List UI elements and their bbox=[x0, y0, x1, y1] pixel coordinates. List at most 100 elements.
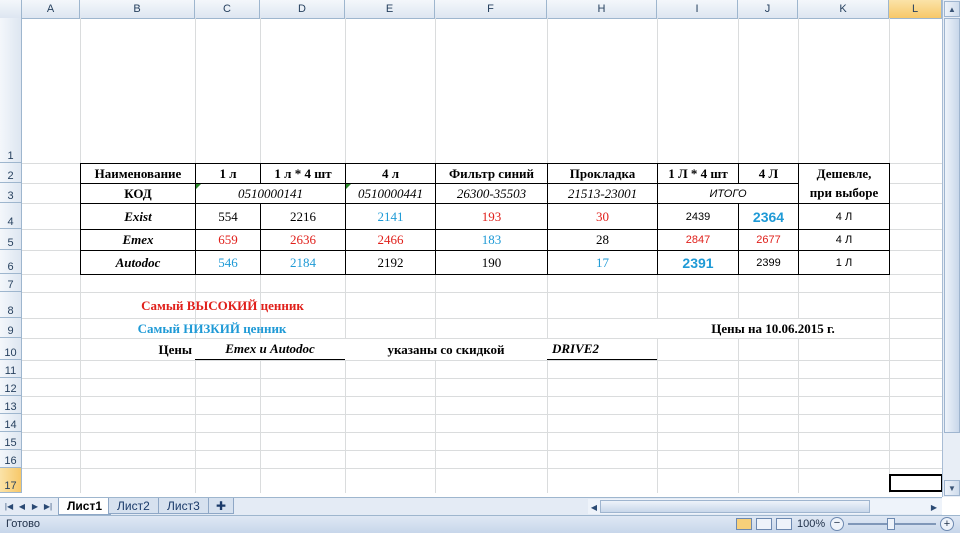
price-cell[interactable]: 546 bbox=[195, 250, 261, 275]
price-cell[interactable]: 2636 bbox=[260, 229, 346, 251]
column-header-d[interactable]: D bbox=[260, 0, 345, 18]
column-header-l[interactable]: L bbox=[889, 0, 942, 18]
row-header-15[interactable]: 15 bbox=[0, 432, 22, 450]
column-header-a[interactable]: A bbox=[22, 0, 80, 18]
legend-lowest-price[interactable]: Самый НИЗКИЙ ценник bbox=[112, 319, 312, 338]
shop-cell-emex[interactable]: Emex bbox=[80, 229, 196, 251]
header-cell-4l[interactable]: 4 л bbox=[345, 163, 436, 184]
column-header-e[interactable]: E bbox=[345, 0, 435, 18]
row-header-1[interactable]: 1 bbox=[0, 18, 22, 163]
discount-code-cell[interactable]: DRIVE2 bbox=[547, 339, 657, 360]
sheet-tab-3[interactable]: Лист3 bbox=[158, 498, 209, 514]
row-header-12[interactable]: 12 bbox=[0, 378, 22, 396]
header-cell-gasket[interactable]: Прокладка bbox=[547, 163, 658, 184]
header-cell-total-1l-x4[interactable]: 1 Л * 4 шт bbox=[657, 163, 739, 184]
price-cell[interactable]: 28 bbox=[547, 229, 658, 251]
price-cell[interactable]: 659 bbox=[195, 229, 261, 251]
normal-view-icon[interactable] bbox=[736, 518, 752, 530]
row-header-16[interactable]: 16 bbox=[0, 450, 22, 468]
prices-label-cell[interactable]: Цены bbox=[80, 339, 195, 360]
row-header-14[interactable]: 14 bbox=[0, 414, 22, 432]
column-header-c[interactable]: C bbox=[195, 0, 260, 18]
column-header-k[interactable]: K bbox=[798, 0, 889, 18]
prices-date-cell[interactable]: Цены на 10.06.2015 г. bbox=[657, 319, 889, 338]
row-header-17[interactable]: 17 bbox=[0, 468, 22, 493]
header-cell-total-4l[interactable]: 4 Л bbox=[738, 163, 799, 184]
scroll-up-icon[interactable]: ▲ bbox=[944, 1, 960, 17]
column-header-i[interactable]: I bbox=[657, 0, 738, 18]
sheet-tab-1[interactable]: Лист1 bbox=[58, 498, 112, 515]
total-cell[interactable]: 2847 bbox=[657, 229, 739, 251]
scroll-left-icon[interactable]: ◀ bbox=[588, 500, 600, 514]
price-cell[interactable]: 183 bbox=[435, 229, 548, 251]
price-cell[interactable]: 554 bbox=[195, 203, 261, 230]
price-cell[interactable]: 17 bbox=[547, 250, 658, 275]
zoom-level[interactable]: 100% bbox=[797, 518, 825, 530]
horizontal-scroll-thumb[interactable] bbox=[600, 500, 870, 513]
vertical-scrollbar[interactable]: ▲ ▼ bbox=[942, 0, 960, 497]
shop-cell-exist[interactable]: Exist bbox=[80, 203, 196, 230]
spreadsheet-grid[interactable]: A B C D E F H I J K L 1 2 3 4 5 6 7 8 9 … bbox=[0, 0, 942, 493]
first-sheet-icon[interactable]: |◀ bbox=[3, 499, 15, 513]
price-cell[interactable]: 190 bbox=[435, 250, 548, 275]
cheaper-label-cell[interactable]: при выборе bbox=[798, 183, 890, 204]
active-cell-selection[interactable] bbox=[889, 474, 942, 492]
select-all-corner[interactable] bbox=[0, 0, 22, 18]
total-cell[interactable]: 2364 bbox=[738, 203, 799, 230]
shop-cell-autodoc[interactable]: Autodoc bbox=[80, 250, 196, 275]
next-sheet-icon[interactable]: ▶ bbox=[29, 499, 41, 513]
total-cell[interactable]: 2677 bbox=[738, 229, 799, 251]
column-header-h[interactable]: H bbox=[547, 0, 657, 18]
scroll-down-icon[interactable]: ▼ bbox=[944, 480, 960, 496]
row-header-11[interactable]: 11 bbox=[0, 360, 22, 378]
price-cell[interactable]: 30 bbox=[547, 203, 658, 230]
row-header-9[interactable]: 9 bbox=[0, 318, 22, 338]
row-header-5[interactable]: 5 bbox=[0, 229, 22, 250]
last-sheet-icon[interactable]: ▶| bbox=[42, 499, 54, 513]
total-label-cell[interactable]: ИТОГО bbox=[657, 183, 799, 204]
scroll-right-icon[interactable]: ▶ bbox=[928, 500, 940, 514]
price-cell[interactable]: 2141 bbox=[345, 203, 436, 230]
header-cell-1l[interactable]: 1 л bbox=[195, 163, 261, 184]
row-header-8[interactable]: 8 bbox=[0, 292, 22, 318]
previous-sheet-icon[interactable]: ◀ bbox=[16, 499, 28, 513]
zoom-in-icon[interactable]: + bbox=[940, 517, 954, 531]
total-cell[interactable]: 2439 bbox=[657, 203, 739, 230]
row-header-13[interactable]: 13 bbox=[0, 396, 22, 414]
row-header-2[interactable]: 2 bbox=[0, 163, 22, 183]
price-cell[interactable]: 2466 bbox=[345, 229, 436, 251]
cheaper-cell[interactable]: 4 Л bbox=[798, 229, 890, 251]
column-header-b[interactable]: B bbox=[80, 0, 195, 18]
header-cell-1l-x4[interactable]: 1 л * 4 шт bbox=[260, 163, 346, 184]
row-header-3[interactable]: 3 bbox=[0, 183, 22, 203]
prices-shops-cell[interactable]: Emex и Autodoc bbox=[195, 339, 345, 360]
code-cell-gasket[interactable]: 21513-23001 bbox=[547, 183, 658, 204]
row-header-7[interactable]: 7 bbox=[0, 274, 22, 292]
page-layout-view-icon[interactable] bbox=[756, 518, 772, 530]
column-header-j[interactable]: J bbox=[738, 0, 798, 18]
legend-highest-price[interactable]: Самый ВЫСОКИЙ ценник bbox=[100, 293, 345, 318]
row-header-10[interactable]: 10 bbox=[0, 338, 22, 360]
header-cell-name[interactable]: Наименование bbox=[80, 163, 196, 184]
code-label-cell[interactable]: КОД bbox=[80, 183, 196, 204]
horizontal-scrollbar[interactable]: ◀ ▶ bbox=[588, 499, 942, 514]
price-cell[interactable]: 193 bbox=[435, 203, 548, 230]
zoom-slider-thumb[interactable] bbox=[887, 518, 895, 530]
total-cell[interactable]: 2399 bbox=[738, 250, 799, 275]
row-header-4[interactable]: 4 bbox=[0, 203, 22, 229]
column-header-f[interactable]: F bbox=[435, 0, 547, 18]
discount-text-cell[interactable]: указаны со скидкой bbox=[345, 339, 547, 360]
header-cell-filter[interactable]: Фильтр синий bbox=[435, 163, 548, 184]
page-break-view-icon[interactable] bbox=[776, 518, 792, 530]
code-cell-filter[interactable]: 26300-35503 bbox=[435, 183, 548, 204]
vertical-scroll-thumb[interactable] bbox=[944, 18, 960, 433]
cheaper-cell[interactable]: 1 Л bbox=[798, 250, 890, 275]
zoom-out-icon[interactable]: − bbox=[830, 517, 844, 531]
cheaper-cell[interactable]: 4 Л bbox=[798, 203, 890, 230]
price-cell[interactable]: 2184 bbox=[260, 250, 346, 275]
price-cell[interactable]: 2192 bbox=[345, 250, 436, 275]
row-header-6[interactable]: 6 bbox=[0, 250, 22, 274]
code-cell-oil-4l[interactable]: 0510000441 bbox=[345, 183, 436, 204]
header-cell-cheaper[interactable]: Дешевле, bbox=[798, 163, 890, 184]
code-cell-oil-1l[interactable]: 0510000141 bbox=[195, 183, 346, 204]
